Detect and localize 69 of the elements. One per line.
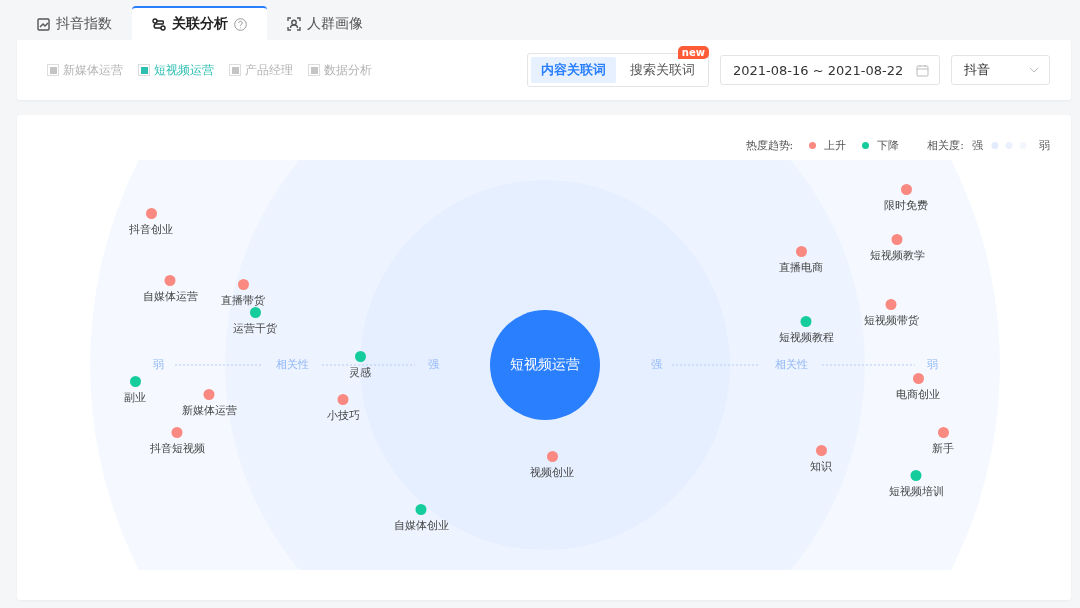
keyword-label: 自媒体运营 [142,288,198,304]
keyword-label: 运营干货 [233,320,277,336]
checkbox[interactable] [229,64,241,76]
checkbox[interactable] [138,64,150,76]
trend-dot[interactable] [237,278,249,290]
trend-dot[interactable] [171,426,183,438]
keyword-label: 短视频教程 [778,329,834,345]
platform-select[interactable]: 抖音 [951,55,1050,85]
toggle-option[interactable]: 搜索关联词 [620,57,705,83]
legend-title: 热度趋势: [745,138,794,153]
trend-dot[interactable] [910,469,922,481]
trend-dot[interactable] [249,306,261,318]
trend-dot[interactable] [815,444,827,456]
keyword-label: 电商创业 [896,386,940,402]
keyword-label: 限时免费 [884,197,928,213]
trend-dot[interactable] [337,393,349,405]
checkbox[interactable] [47,64,59,76]
person-icon [287,17,301,31]
legend-label: 强 [972,138,983,153]
new-badge: new [677,46,709,59]
keyword-label: 小技巧 [326,407,360,423]
chart-icon [37,17,50,31]
trend-dot[interactable] [900,183,912,195]
keyword-label: 新手 [932,440,954,456]
axis-label: 强 [650,358,662,372]
keyword-label: 灵感 [349,364,371,380]
trend-dot[interactable] [546,450,558,462]
axis-label: 强 [427,358,439,372]
trend-dot[interactable] [937,426,949,438]
keyword-label: 视频创业 [530,464,574,480]
tab[interactable]: 抖音指数 [17,6,132,40]
date-range-field[interactable]: 2021-08-16 ~ 2021-08-22 [720,55,940,85]
keyword-label: 自媒体创业 [393,517,449,533]
axis-label: 弱 [152,358,164,372]
trend-dot[interactable] [354,350,366,362]
link-icon [152,17,166,31]
trend-dot[interactable] [891,233,903,245]
legend-label: 上升 [824,138,847,153]
keyword-label: 新媒体运营 [181,402,237,418]
trend-dot[interactable] [145,207,157,219]
axis-label: 相关性 [774,358,808,372]
calendar-icon [916,63,929,77]
legend-title: 相关度: [927,138,964,153]
trend-dot[interactable] [795,245,807,257]
trend-dot[interactable] [885,298,897,310]
tab[interactable]: 关联分析 [132,6,267,40]
trend-dot[interactable] [129,375,141,387]
keyword-label: 短视频培训 [888,483,944,499]
keyword-label: 知识 [810,458,832,474]
keyword-label: 抖音创业 [129,221,173,237]
trend-dot[interactable] [415,503,427,515]
checkbox[interactable] [308,64,320,76]
keyword-label: 副业 [124,389,146,405]
help-icon[interactable] [234,17,247,31]
trend-dot[interactable] [164,274,176,286]
tab[interactable]: 人群画像 [267,6,383,40]
keyword-label: 直播电商 [779,259,823,275]
keyword-label: 直播带货 [221,292,265,308]
trend-dot[interactable] [800,315,812,327]
axis-label: 相关性 [275,358,309,372]
keyword-label: 短视频带货 [863,312,919,328]
trend-dot[interactable] [203,388,215,400]
trend-dot[interactable] [912,372,924,384]
legend-label: 弱 [1039,138,1050,153]
legend-label: 下降 [877,138,900,153]
chevron-down-icon [1029,67,1039,73]
keyword-label: 短视频教学 [869,247,925,263]
axis-label: 弱 [926,358,938,372]
keyword-label: 抖音短视频 [149,440,205,456]
